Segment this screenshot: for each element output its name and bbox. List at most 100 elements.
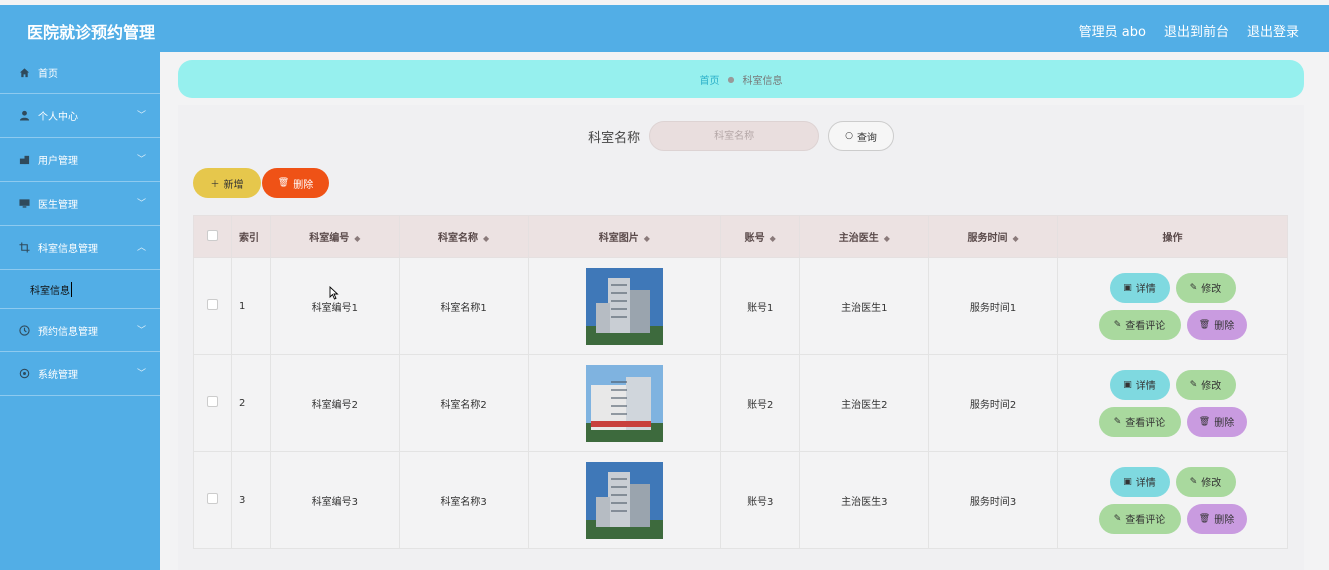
select-all-checkbox-cell[interactable] [193, 215, 232, 258]
user-icon [18, 110, 30, 122]
view-review-button[interactable]: ✎ 查看评论 [1098, 503, 1181, 534]
submenu-item-department-info[interactable]: 科室信息 [0, 270, 160, 308]
header-doctor[interactable]: 主治医生 ◆ [799, 215, 930, 258]
header-account[interactable]: 账号 ◆ [720, 215, 801, 258]
cell-actions: ▣ 详情 ✎ 修改 ✎ 查看评论 🗑 删除 [1057, 354, 1288, 452]
header-time[interactable]: 服务时间 ◆ [928, 215, 1058, 258]
sort-icon[interactable]: ◆ [483, 234, 489, 243]
header-label: 科室名称 [438, 233, 479, 244]
sidebar-item-label: 系统管理 [38, 370, 78, 381]
admin-label: 管理员 abo [1078, 25, 1146, 40]
detail-label: 详情 [1135, 478, 1156, 489]
detail-button[interactable]: ▣ 详情 [1109, 466, 1170, 497]
view-review-button[interactable]: ✎ 查看评论 [1098, 309, 1181, 340]
cell-index: 2 [231, 354, 271, 452]
edit-button[interactable]: ✎ 修改 [1175, 466, 1236, 497]
top-bar: 医院就诊预约管理 管理员 abo 退出到前台 退出登录 [0, 5, 1329, 52]
sort-icon[interactable]: ◆ [1013, 234, 1019, 243]
settings-icon [18, 368, 30, 380]
back-to-front-link[interactable]: 退出到前台 [1164, 21, 1229, 40]
cell-time: 服务时间2 [928, 354, 1058, 452]
sidebar-item-profile[interactable]: 个人中心 ﹀ [0, 94, 160, 138]
sort-icon[interactable]: ◆ [884, 234, 890, 243]
select-all-checkbox[interactable] [207, 229, 218, 241]
cell-account: 账号1 [720, 257, 801, 355]
row-checkbox[interactable] [207, 299, 218, 310]
edit-button[interactable]: ✎ 修改 [1175, 369, 1236, 400]
edit-label: 修改 [1201, 284, 1222, 295]
document-icon: ▣ [1123, 282, 1132, 293]
row-actions: ▣ 详情 ✎ 修改 ✎ 查看评论 🗑 删除 [1058, 369, 1287, 437]
pencil-icon: ✎ [1189, 379, 1198, 390]
cell-code: 科室编号2 [270, 354, 400, 452]
cell-code: 科室编号1 [270, 257, 400, 355]
users-icon [18, 154, 30, 166]
department-image [585, 267, 663, 345]
row-checkbox[interactable] [207, 493, 218, 504]
row-delete-button[interactable]: 🗑 删除 [1186, 309, 1247, 340]
content-panel: 科室名称 ○ 查询 ＋ 新增 🗑 删除 索引 科室编号 ◆ 科室名称 ◆ 科室图片 ◆… [178, 105, 1304, 570]
pencil-icon: ✎ [1113, 416, 1122, 427]
header-label: 账号 [744, 233, 765, 244]
header-label: 科室图片 [598, 233, 639, 244]
add-button[interactable]: ＋ 新增 [193, 168, 261, 198]
app-title: 医院就诊预约管理 [27, 23, 156, 42]
sort-icon[interactable]: ◆ [354, 234, 360, 243]
detail-button[interactable]: ▣ 详情 [1109, 369, 1170, 400]
cell-doctor: 主治医生2 [799, 354, 930, 452]
sidebar-item-home[interactable]: 首页 [0, 52, 160, 94]
batch-delete-button[interactable]: 🗑 删除 [262, 168, 329, 198]
chevron-up-icon: ︿ [136, 243, 146, 253]
breadcrumb-home[interactable]: 首页 [700, 72, 720, 87]
cell-index: 1 [231, 257, 271, 355]
row-checkbox[interactable] [207, 396, 218, 407]
header-name[interactable]: 科室名称 ◆ [398, 215, 529, 258]
chevron-down-icon: ﹀ [136, 326, 146, 336]
mouse-cursor-icon [329, 286, 339, 300]
edit-label: 修改 [1201, 478, 1222, 489]
pencil-icon: ✎ [1113, 319, 1122, 330]
sidebar-item-doctors[interactable]: 医生管理 ﹀ [0, 182, 160, 226]
detail-button[interactable]: ▣ 详情 [1109, 272, 1170, 303]
row-checkbox-cell[interactable] [193, 257, 232, 355]
sort-icon[interactable]: ◆ [770, 234, 776, 243]
breadcrumb: 首页 ● 科室信息 [178, 60, 1304, 98]
sort-icon[interactable]: ◆ [644, 234, 650, 243]
sidebar-item-department[interactable]: 科室信息管理 ︿ [0, 226, 160, 270]
review-label: 查看评论 [1125, 321, 1166, 332]
row-delete-button[interactable]: 🗑 删除 [1186, 406, 1247, 437]
search-button-label: 查询 [856, 132, 877, 144]
logout-link[interactable]: 退出登录 [1247, 21, 1299, 40]
cell-name: 科室名称1 [398, 257, 529, 355]
table-row: 3 科室编号3 科室名称3 账号3 主治医生3 服务时间3 ▣ 详情 ✎ 修改 ✎ 查… [193, 451, 1288, 549]
table-body: 1 科室编号1 科室名称1 账号1 主治医生1 服务时间1 ▣ 详情 ✎ 修改 ✎ 查… [193, 257, 1288, 549]
sidebar-item-label: 科室信息管理 [38, 244, 98, 255]
row-checkbox-cell[interactable] [193, 354, 232, 452]
header-code[interactable]: 科室编号 ◆ [270, 215, 400, 258]
department-image [585, 461, 663, 539]
cell-doctor: 主治医生1 [799, 257, 930, 355]
row-delete-button[interactable]: 🗑 删除 [1186, 503, 1247, 534]
row-delete-label: 删除 [1214, 418, 1235, 429]
view-review-button[interactable]: ✎ 查看评论 [1098, 406, 1181, 437]
search-button[interactable]: ○ 查询 [828, 121, 894, 151]
sidebar-item-appointments[interactable]: 预约信息管理 ﹀ [0, 308, 160, 352]
header-image[interactable]: 科室图片 ◆ [527, 215, 722, 258]
header-label: 科室编号 [309, 233, 350, 244]
sidebar-item-label: 个人中心 [38, 112, 78, 123]
row-checkbox-cell[interactable] [193, 451, 232, 549]
chevron-down-icon: ﹀ [136, 155, 146, 165]
sidebar-item-users[interactable]: 用户管理 ﹀ [0, 138, 160, 182]
department-table: 索引 科室编号 ◆ 科室名称 ◆ 科室图片 ◆ 账号 ◆ 主治医生 ◆ 服务时间 ◆ 操作 … [193, 215, 1288, 549]
plus-icon: ＋ [210, 179, 220, 190]
edit-button[interactable]: ✎ 修改 [1175, 272, 1236, 303]
chevron-down-icon: ﹀ [136, 199, 146, 209]
action-bar: ＋ 新增 🗑 删除 [193, 168, 329, 198]
pencil-icon: ✎ [1113, 513, 1122, 524]
submenu-label: 科室信息 [30, 281, 72, 297]
trash-icon: 🗑 [277, 178, 290, 188]
cell-time: 服务时间1 [928, 257, 1058, 355]
sidebar-item-system[interactable]: 系统管理 ﹀ [0, 352, 160, 396]
cell-account: 账号2 [720, 354, 801, 452]
search-input[interactable] [649, 121, 820, 151]
